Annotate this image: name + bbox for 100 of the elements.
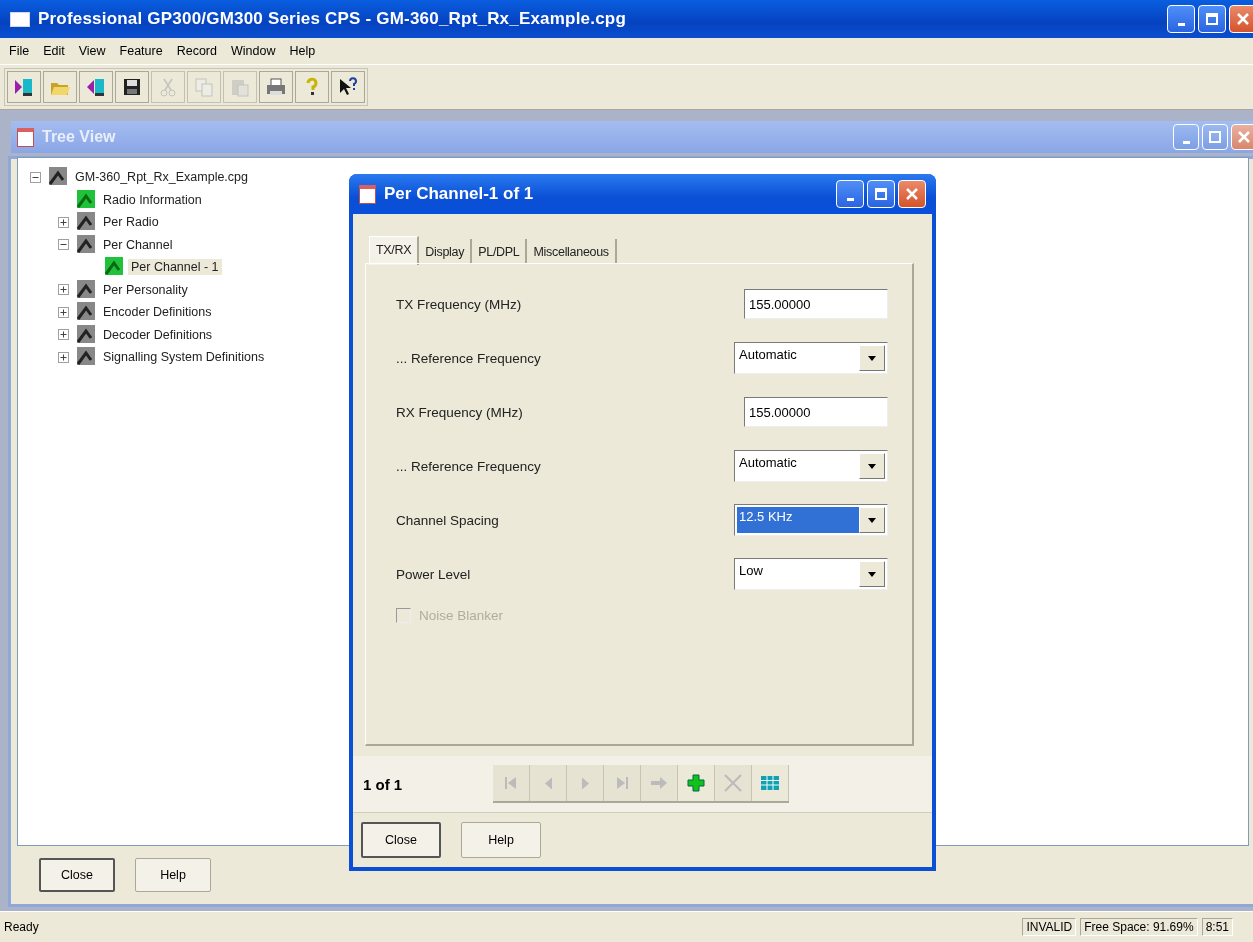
navigation-button[interactable] <box>678 765 715 801</box>
menu-item[interactable]: Edit <box>38 42 70 60</box>
scissors-icon <box>157 76 179 98</box>
close-icon <box>1237 130 1251 144</box>
dropdown[interactable]: 12.5 KHz <box>734 504 888 536</box>
menu-item[interactable]: Help <box>284 42 321 60</box>
dialog-title: Per Channel-1 of 1 <box>384 184 535 204</box>
field-label: Power Level <box>396 566 471 582</box>
status-pane: INVALID <box>1022 918 1077 936</box>
expand-toggle[interactable] <box>57 284 69 296</box>
minimize-icon <box>846 197 854 201</box>
expand-toggle[interactable] <box>57 216 69 228</box>
field-label: RX Frequency (MHz) <box>396 404 523 420</box>
tree-item[interactable]: Decoder Definitions <box>100 326 216 343</box>
tree-item[interactable]: Encoder Definitions <box>100 304 215 321</box>
input-field[interactable]: 155.00000 <box>744 397 888 427</box>
antenna-icon <box>74 347 96 368</box>
tree-item[interactable]: GM-360_Rpt_Rx_Example.cpg <box>72 169 251 186</box>
minimize-icon <box>1182 140 1190 144</box>
status-pane: Free Space: 91.69% <box>1080 918 1198 936</box>
close-button[interactable] <box>898 180 926 208</box>
field-label: ... Reference Frequency <box>396 350 541 366</box>
tree-item[interactable]: Per Radio <box>100 214 162 231</box>
status-pane: 8:51 <box>1201 918 1233 936</box>
record-counter: 1 of 1 <box>363 775 404 793</box>
dropdown[interactable]: Low <box>734 558 888 590</box>
menu-item[interactable]: File <box>4 42 35 60</box>
dropdown-arrow-icon[interactable] <box>868 355 876 361</box>
expand-toggle[interactable] <box>57 329 69 341</box>
expand-toggle[interactable] <box>57 306 69 318</box>
window-title: Professional GP300/GM300 Series CPS - GM-360_Rpt_Rx_Example.cpg <box>38 9 627 29</box>
maximize-icon <box>1205 12 1219 26</box>
tree-item[interactable]: Per Channel <box>100 236 176 253</box>
checkbox-label: Noise Blanker <box>419 608 504 623</box>
menu-item[interactable]: Window <box>225 42 281 60</box>
close-button[interactable]: Close <box>361 822 441 858</box>
toolbar-button[interactable] <box>331 71 365 103</box>
antenna-icon <box>46 167 68 188</box>
write-radio-icon <box>85 76 107 98</box>
close-icon <box>905 187 919 201</box>
tree-item[interactable]: Per Channel - 1 <box>128 259 222 276</box>
dropdown-arrow-icon[interactable] <box>868 463 876 469</box>
minimize-button[interactable] <box>836 180 864 208</box>
tree-item[interactable]: Signalling System Definitions <box>100 349 268 366</box>
menu-item[interactable]: Feature <box>114 42 168 60</box>
navigation-button[interactable] <box>752 765 789 801</box>
maximize-button[interactable] <box>867 180 895 208</box>
antenna-icon <box>102 257 124 278</box>
copy-icon <box>193 76 215 98</box>
field-label: Channel Spacing <box>396 512 499 528</box>
close-button[interactable]: Close <box>39 858 115 892</box>
help-button[interactable]: Help <box>135 858 211 892</box>
status-message: Ready <box>4 920 40 934</box>
close-icon <box>1236 12 1250 26</box>
antenna-icon <box>74 302 96 323</box>
plus-icon <box>685 772 707 794</box>
previous-record-icon <box>543 776 553 790</box>
tree-item[interactable]: Per Personality <box>100 281 191 298</box>
antenna-icon <box>74 212 96 233</box>
maximize-icon <box>1208 130 1222 144</box>
window-icon <box>359 184 376 204</box>
window-icon <box>10 11 30 27</box>
dropdown-arrow-icon[interactable] <box>868 517 876 523</box>
antenna-icon <box>74 279 96 300</box>
dropdown[interactable]: Automatic <box>734 450 888 482</box>
save-icon <box>121 76 143 98</box>
tab[interactable]: TX/RX <box>369 236 420 265</box>
toolbar-button[interactable] <box>115 71 149 103</box>
antenna-icon <box>74 189 96 210</box>
antenna-icon <box>74 234 96 255</box>
expand-toggle[interactable] <box>57 351 69 363</box>
toolbar-button[interactable] <box>79 71 113 103</box>
maximize-button[interactable] <box>1202 124 1228 150</box>
read-radio-icon <box>13 76 35 98</box>
printer-icon <box>265 76 287 98</box>
toolbar-button[interactable] <box>7 71 41 103</box>
field-label: ... Reference Frequency <box>396 458 541 474</box>
antenna-icon <box>74 324 96 345</box>
window-title: Tree View <box>42 128 117 146</box>
window-icon <box>17 127 34 147</box>
maximize-icon <box>874 187 888 201</box>
help-button[interactable]: Help <box>461 822 541 858</box>
menu-item[interactable]: View <box>73 42 111 60</box>
dropdown-arrow-icon[interactable] <box>868 571 876 577</box>
delete-icon <box>722 772 744 794</box>
expand-toggle[interactable] <box>57 239 69 251</box>
close-button[interactable] <box>1231 124 1253 150</box>
dropdown[interactable]: Automatic <box>734 342 888 374</box>
input-field[interactable]: 155.00000 <box>744 289 888 319</box>
menu-item[interactable]: Record <box>171 42 222 60</box>
close-button[interactable] <box>1229 5 1253 33</box>
minimize-button[interactable] <box>1167 5 1195 33</box>
expand-toggle[interactable] <box>29 171 41 183</box>
field-label: TX Frequency (MHz) <box>396 296 522 312</box>
maximize-button[interactable] <box>1198 5 1226 33</box>
minimize-button[interactable] <box>1173 124 1199 150</box>
next-record-icon <box>580 776 590 790</box>
minimize-icon <box>1177 22 1185 26</box>
pointer-help-icon <box>337 76 359 98</box>
tree-item[interactable]: Radio Information <box>100 191 205 208</box>
